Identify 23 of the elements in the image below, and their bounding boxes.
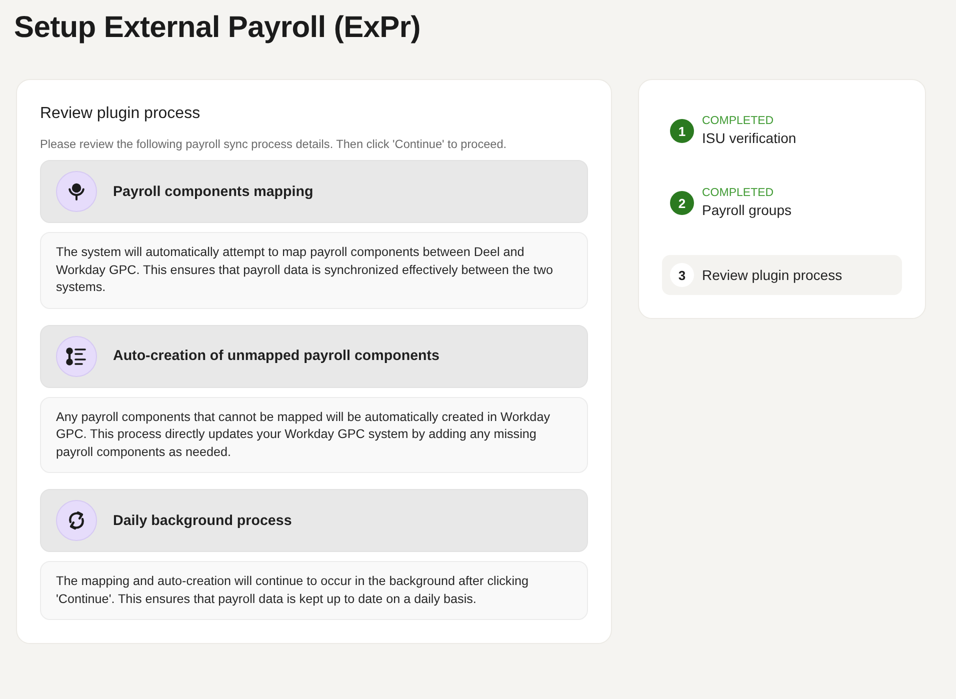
step-label: Review plugin process: [702, 266, 842, 285]
section-title: Daily background process: [113, 512, 292, 528]
card-subtitle: Please review the following payroll sync process details. Then click 'Continue' to proceed.: [40, 136, 508, 152]
step-number: 1: [670, 119, 694, 143]
section-title: Auto-creation of unmapped payroll components: [113, 348, 440, 364]
globe-stand-icon: [56, 171, 97, 212]
section-description: Any payroll components that cannot be mapped will be automatically created in Workday GPC. This process directly updates your Workday GPC system by adding any missing payroll components as needed.: [40, 396, 588, 473]
refresh-icon: [56, 500, 97, 541]
step-item[interactable]: 1 COMPLETED ISU verification: [662, 111, 902, 151]
step-number: 2: [670, 191, 694, 215]
step-status: COMPLETED: [702, 114, 775, 128]
section-description: The system will automatically attempt to map payroll components between Deel and Workday GPC. This ensures that payroll data is synchronized effectively between the two systems.: [40, 232, 588, 308]
step-number: 3: [670, 263, 694, 287]
list-icon: [56, 336, 97, 376]
step-label: ISU verification: [702, 129, 796, 148]
section-description: The mapping and auto-creation will continue to occur in the background after clicking 'Continue'. This ensures that payroll data is kept up to date on a daily basis.: [40, 561, 588, 620]
card-title: Review plugin process: [40, 104, 202, 124]
page-title: Setup External Payroll (ExPr): [14, 10, 420, 46]
step-status: COMPLETED: [702, 186, 775, 200]
section-title: Payroll components mapping: [113, 184, 314, 200]
step-label: Payroll groups: [702, 201, 792, 220]
current-step[interactable]: 3 Review plugin process: [662, 255, 902, 295]
step-item[interactable]: 2 COMPLETED Payroll groups: [662, 183, 902, 223]
